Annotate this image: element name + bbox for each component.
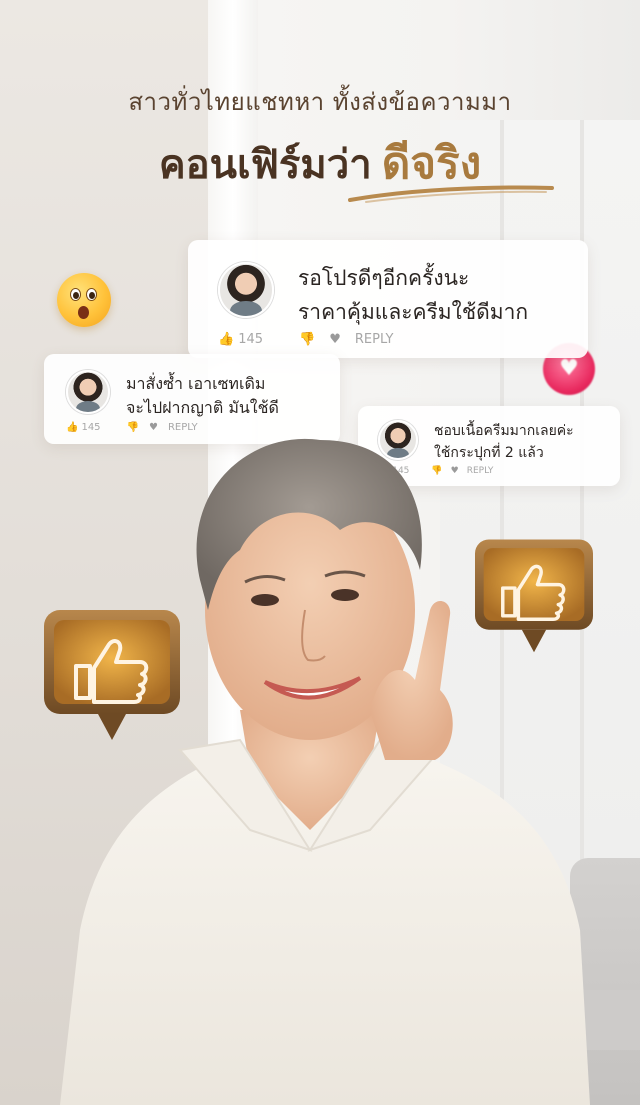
model-photo bbox=[60, 438, 590, 1105]
underline-swoosh bbox=[348, 185, 554, 203]
thumbs-up-icon[interactable]: 👍 bbox=[218, 332, 234, 347]
avatar bbox=[66, 370, 110, 414]
like-count: 145 bbox=[238, 332, 264, 347]
headline-subtitle: สาวทั่วไทยแชทหา ทั้งส่งข้อความมา bbox=[128, 88, 512, 116]
comment-text-line1: มาสั่งซ้ำ เอาเซทเดิม bbox=[126, 374, 266, 393]
comment-card: รอโปรดีๆอีกครั้งนะ ราคาคุ้มและครีมใช้ดีม… bbox=[188, 240, 588, 358]
thumbs-up-bubble-icon bbox=[44, 610, 180, 740]
wow-face-icon bbox=[57, 273, 111, 327]
comment-meta: 👍 145 👎 ♥ REPLY bbox=[218, 332, 393, 347]
reply-button[interactable]: REPLY bbox=[355, 332, 394, 347]
thumbs-up-bubble-icon bbox=[475, 539, 593, 653]
avatar bbox=[218, 262, 274, 318]
headline-title-text: คอนเฟิร์มว่า bbox=[158, 142, 372, 188]
comment-text-line1: รอโปรดีๆอีกครั้งนะ bbox=[298, 266, 470, 290]
thumbs-down-icon[interactable]: 👎 bbox=[299, 332, 315, 347]
comment-text-line2: ราคาคุ้มและครีมใช้ดีมาก bbox=[298, 300, 529, 324]
heart-icon[interactable]: ♥ bbox=[329, 332, 341, 347]
